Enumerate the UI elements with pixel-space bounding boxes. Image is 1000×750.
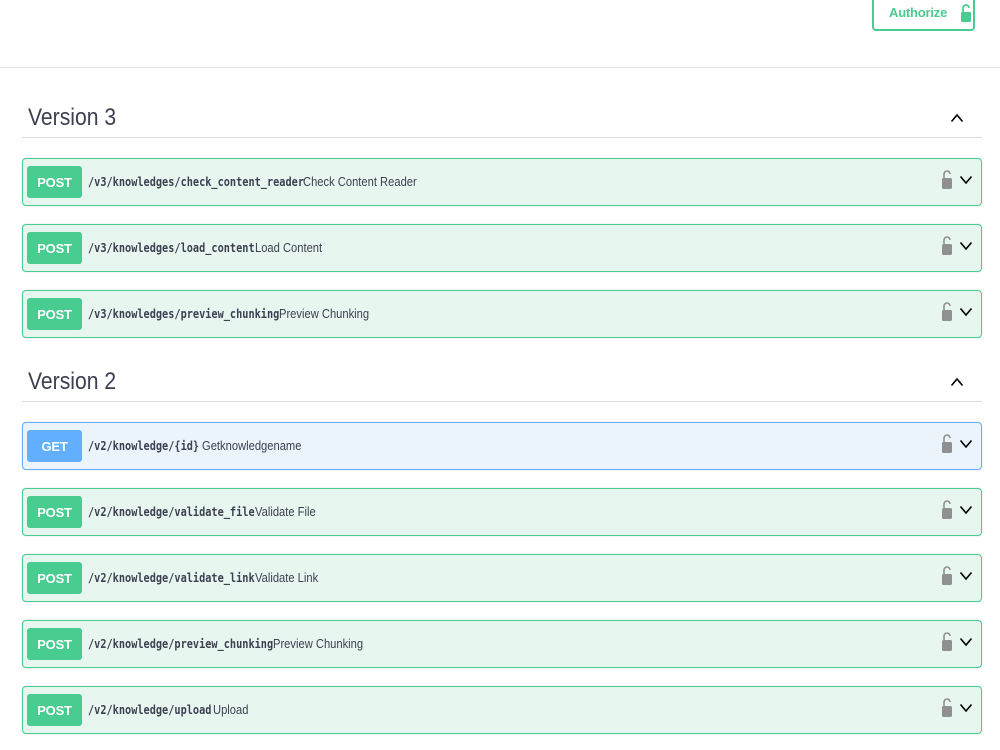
- method-badge-get: GET: [27, 430, 82, 462]
- method-badge-post: POST: [27, 562, 82, 594]
- operation-row[interactable]: POST /v3/knowledges/load_content Load Co…: [22, 224, 982, 272]
- operation-row[interactable]: POST /v2/knowledge/upload Upload: [22, 686, 982, 734]
- lock-icon[interactable]: [941, 498, 953, 525]
- method-badge-post: POST: [27, 298, 82, 330]
- operation-summary: Validate Link: [255, 570, 319, 585]
- operation-summary: Validate File: [255, 504, 316, 519]
- method-badge-post: POST: [27, 628, 82, 660]
- chevron-down-icon[interactable]: [959, 502, 973, 520]
- operation-summary: Upload: [213, 702, 249, 717]
- method-badge-post: POST: [27, 232, 82, 264]
- chevron-down-icon[interactable]: [959, 238, 973, 256]
- operation-summary: Check Content Reader: [303, 174, 417, 189]
- top-bar: Authorize: [0, 0, 1000, 68]
- lock-icon[interactable]: [941, 300, 953, 327]
- method-badge-post: POST: [27, 496, 82, 528]
- operation-summary: Load Content: [255, 240, 323, 255]
- operation-row[interactable]: POST /v2/knowledge/preview_chunking Prev…: [22, 620, 982, 668]
- operation-row[interactable]: GET /v2/knowledge/{id} Getknowledgename: [22, 422, 982, 470]
- operation-summary: Preview Chunking: [273, 636, 364, 651]
- operation-row[interactable]: POST /v2/knowledge/validate_link Validat…: [22, 554, 982, 602]
- chevron-down-icon[interactable]: [959, 436, 973, 454]
- lock-icon[interactable]: [941, 234, 953, 261]
- section-header-version-3[interactable]: Version 3: [22, 100, 982, 138]
- chevron-down-icon[interactable]: [959, 568, 973, 586]
- section-title: Version 3: [28, 104, 117, 131]
- lock-icon[interactable]: [941, 630, 953, 657]
- section-header-version-2[interactable]: Version 2: [22, 364, 982, 402]
- chevron-down-icon[interactable]: [959, 172, 973, 190]
- method-badge-post: POST: [27, 166, 82, 198]
- operation-path: /v2/knowledge/validate_file: [88, 504, 255, 519]
- lock-icon[interactable]: [941, 432, 953, 459]
- operation-path: /v3/knowledges/check_content_reader: [88, 174, 304, 189]
- authorize-label: Authorize: [889, 5, 948, 20]
- operation-path: /v3/knowledges/preview_chunking: [88, 306, 280, 321]
- section-title: Version 2: [28, 368, 117, 395]
- lock-icon[interactable]: [941, 564, 953, 591]
- chevron-down-icon[interactable]: [959, 700, 973, 718]
- chevron-down-icon[interactable]: [959, 634, 973, 652]
- operation-row[interactable]: POST /v3/knowledges/preview_chunking Pre…: [22, 290, 982, 338]
- operation-path: /v2/knowledge/upload: [88, 702, 212, 717]
- operation-row[interactable]: POST /v3/knowledges/check_content_reader…: [22, 158, 982, 206]
- lock-icon[interactable]: [941, 168, 953, 195]
- chevron-down-icon[interactable]: [959, 304, 973, 322]
- operation-row[interactable]: POST /v2/knowledge/validate_file Validat…: [22, 488, 982, 536]
- chevron-up-icon[interactable]: [950, 110, 964, 128]
- operation-path: /v2/knowledge/{id}: [88, 438, 200, 453]
- operation-path: /v2/knowledge/validate_link: [88, 570, 255, 585]
- lock-open-icon: [960, 3, 972, 23]
- operation-summary: Getknowledgename: [202, 438, 302, 453]
- operation-path: /v2/knowledge/preview_chunking: [88, 636, 274, 651]
- operation-path: /v3/knowledges/load_content: [88, 240, 255, 255]
- chevron-up-icon[interactable]: [950, 374, 964, 392]
- authorize-button[interactable]: Authorize: [872, 0, 975, 31]
- method-badge-post: POST: [27, 694, 82, 726]
- lock-icon[interactable]: [941, 696, 953, 723]
- operation-summary: Preview Chunking: [279, 306, 370, 321]
